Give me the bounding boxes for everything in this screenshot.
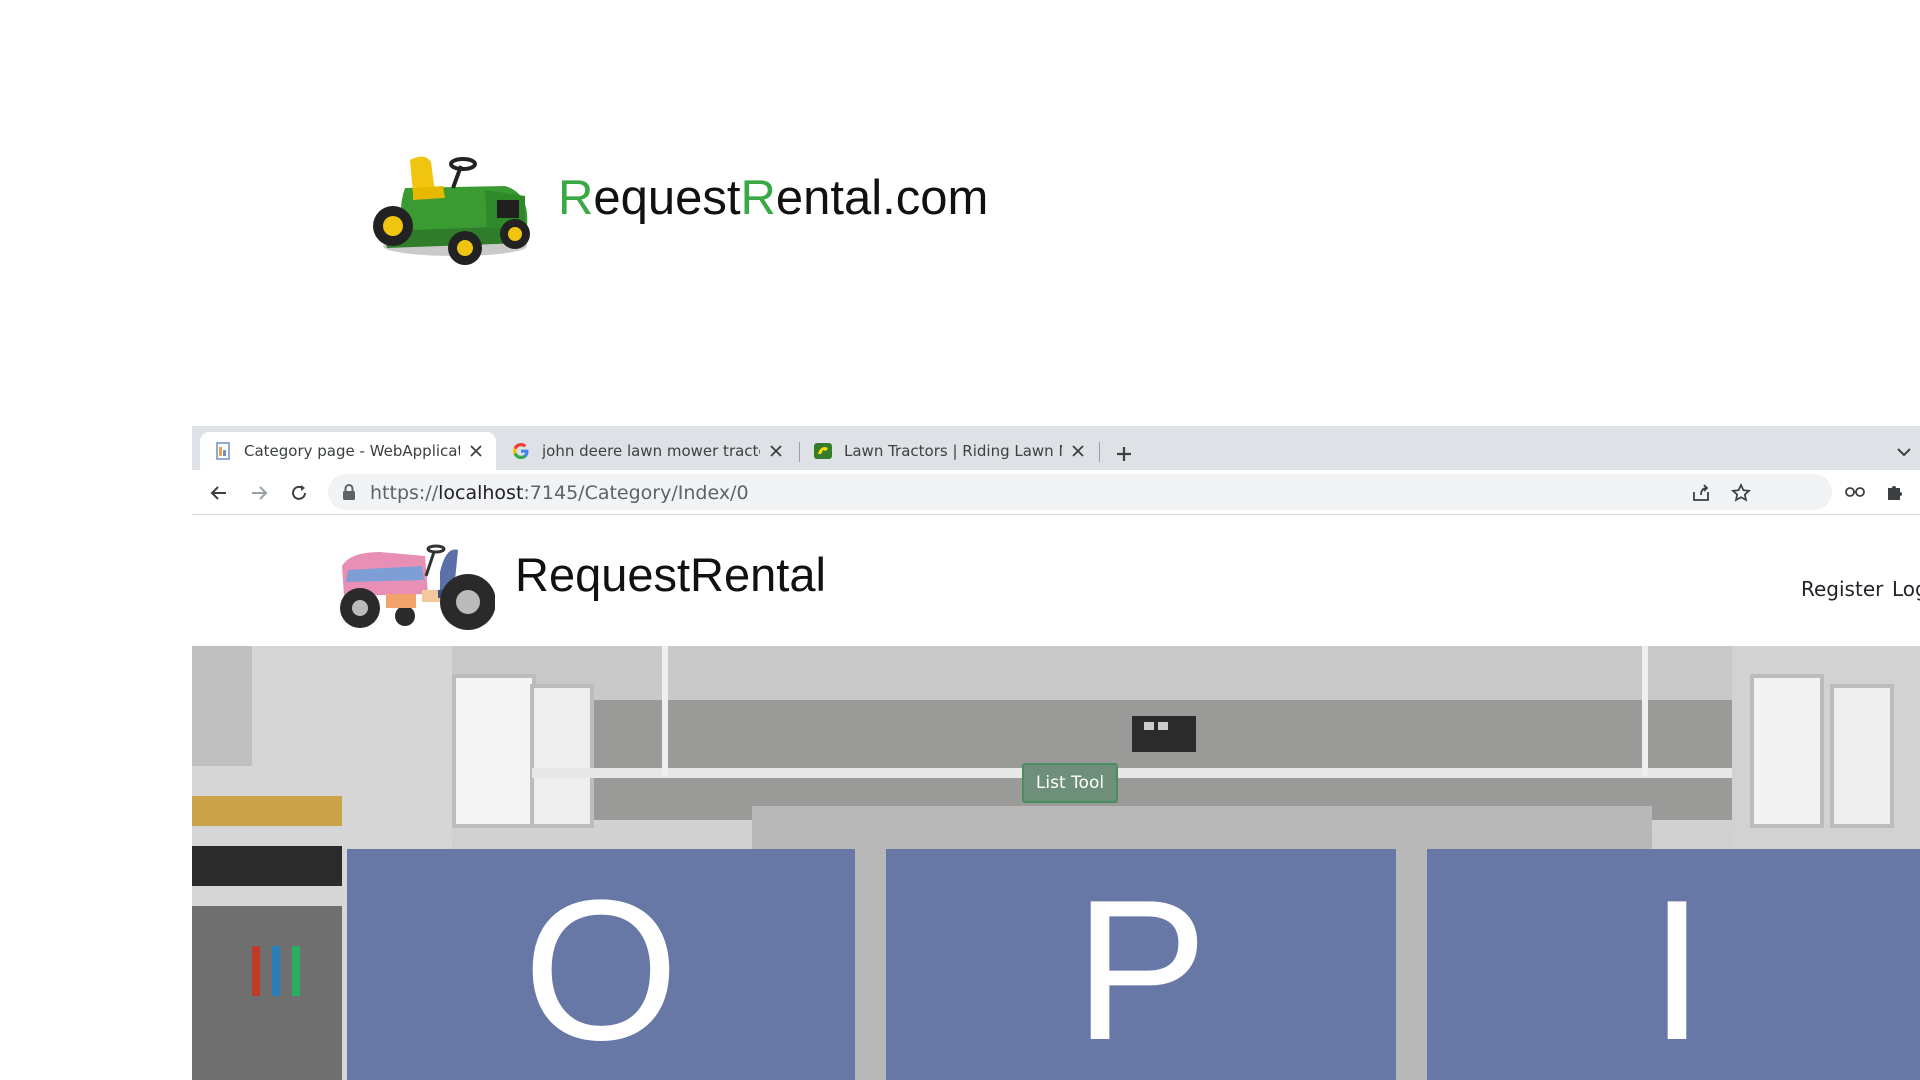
forward-button[interactable] <box>246 480 272 506</box>
google-icon <box>512 442 530 460</box>
arrow-left-icon <box>210 486 226 500</box>
puzzle-extensions-icon[interactable] <box>1884 481 1906 503</box>
web-page: RequestRental Register Log <box>192 515 1920 1080</box>
tab-category-page[interactable]: Category page - WebApplication <box>200 432 496 470</box>
tab-separator <box>1099 442 1100 462</box>
tab-title: Lawn Tractors | Riding Lawn Mow <box>844 442 1062 460</box>
document-icon <box>214 442 232 460</box>
lock-icon[interactable] <box>342 484 356 500</box>
bookmark-star-icon[interactable] <box>1730 482 1752 504</box>
tile-letter: I <box>1649 859 1705 1080</box>
close-icon[interactable] <box>1068 441 1088 461</box>
site-title[interactable]: RequestRental <box>515 547 826 602</box>
login-link[interactable]: Log <box>1892 577 1920 601</box>
reload-icon <box>292 485 306 500</box>
browser-window: Category page - WebApplication john deer… <box>192 426 1920 1080</box>
url-text[interactable]: https://localhost:7145/Category/Index/0 <box>370 482 749 504</box>
share-icon[interactable] <box>1690 482 1712 504</box>
john-deere-icon <box>814 442 832 460</box>
brand-text-ental: ental.com <box>775 171 989 225</box>
address-bar[interactable]: https://localhost:7145/Category/Index/0 <box>328 474 1832 510</box>
tile-letter: O <box>523 859 679 1080</box>
glasses-extension-icon[interactable] <box>1844 481 1866 503</box>
tab-search-chevron-icon[interactable] <box>1892 440 1916 464</box>
hero-banner: List Tool O P I <box>192 646 1920 1080</box>
close-icon[interactable] <box>466 441 486 461</box>
tile-letter: P <box>1074 859 1208 1080</box>
back-button[interactable] <box>206 480 232 506</box>
mower-logo-image <box>330 536 496 632</box>
arrow-right-icon <box>252 486 268 500</box>
tractor-logo-image <box>365 148 540 268</box>
brand-text-equest: equest <box>593 171 741 225</box>
tab-title: john deere lawn mower tractor - <box>542 442 760 460</box>
close-icon[interactable] <box>766 441 786 461</box>
category-tile-p[interactable]: P <box>886 849 1396 1080</box>
url-path: :7145/Category/Index/0 <box>523 482 749 504</box>
tab-google-search[interactable]: john deere lawn mower tractor - <box>498 432 796 470</box>
category-tile-o[interactable]: O <box>347 849 855 1080</box>
brand-letter-r1: R <box>558 171 594 225</box>
brand-letter-r2: R <box>740 171 776 225</box>
reload-button[interactable] <box>286 480 312 506</box>
url-host: localhost <box>438 482 524 504</box>
tab-title: Category page - WebApplication <box>244 442 460 460</box>
category-tile-i[interactable]: I <box>1427 849 1920 1080</box>
list-tool-button[interactable]: List Tool <box>1022 763 1118 803</box>
browser-toolbar: https://localhost:7145/Category/Index/0 <box>192 470 1920 515</box>
register-link[interactable]: Register <box>1801 577 1883 601</box>
plus-icon <box>1117 447 1131 461</box>
tab-strip: Category page - WebApplication john deer… <box>192 426 1920 470</box>
url-scheme: https:// <box>370 482 439 504</box>
site-header: RequestRental Register Log <box>192 515 1920 646</box>
tab-lawn-tractors[interactable]: Lawn Tractors | Riding Lawn Mow <box>800 432 1098 470</box>
brand-wordmark: RequestRental.com <box>558 170 988 226</box>
new-tab-button[interactable] <box>1110 440 1138 468</box>
